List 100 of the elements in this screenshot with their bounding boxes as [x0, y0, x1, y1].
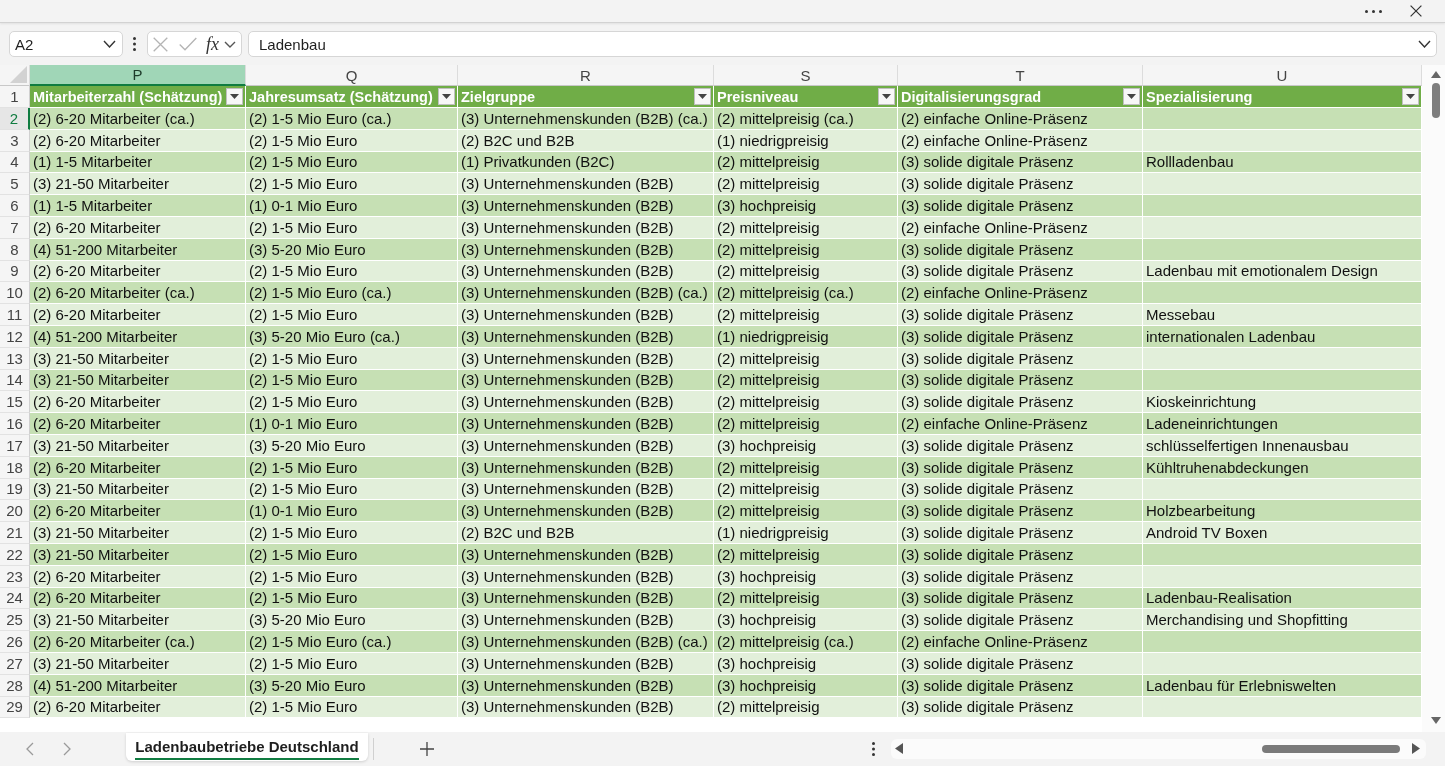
table-cell: (2) 6-20 Mitarbeiter — [30, 304, 246, 326]
table-cell: Ladeneinrichtungen — [1143, 413, 1422, 435]
horizontal-scrollbar[interactable] — [891, 738, 1426, 759]
row-header[interactable]: 19 — [0, 478, 30, 501]
table-cell: (2) 6-20 Mitarbeiter — [30, 456, 246, 479]
row-header[interactable]: 28 — [0, 674, 30, 697]
table-cell: (2) 1-5 Mio Euro — [246, 369, 458, 392]
row-header[interactable]: 1 — [0, 86, 30, 108]
table-cell: (2) 1-5 Mio Euro — [246, 260, 458, 283]
table-cell: (2) einfache Online-Präsenz — [898, 108, 1143, 130]
row-header[interactable]: 26 — [0, 631, 30, 653]
row-header[interactable]: 13 — [0, 347, 30, 370]
column-header[interactable]: U — [1143, 65, 1422, 86]
row-header[interactable]: 15 — [0, 391, 30, 414]
filter-button[interactable] — [226, 88, 243, 105]
table-cell: (2) 1-5 Mio Euro — [246, 652, 458, 675]
row-header[interactable]: 8 — [0, 238, 30, 261]
row-header[interactable]: 3 — [0, 129, 30, 152]
filter-button[interactable] — [1123, 88, 1140, 105]
table-cell: (2) mittelpreisig — [714, 173, 898, 196]
scroll-right-icon[interactable] — [1412, 743, 1420, 754]
table-cell: schlüsselfertigen Innenausbau — [1143, 434, 1422, 457]
table-cell: (3) solide digitale Präsenz — [898, 696, 1143, 719]
scroll-up-icon[interactable] — [1430, 71, 1441, 78]
table-cell: (3) Unternehmenskunden (B2B) — [458, 609, 714, 632]
row-header[interactable]: 4 — [0, 151, 30, 174]
chevron-down-icon[interactable] — [224, 40, 236, 48]
row-header[interactable]: 22 — [0, 543, 30, 566]
table-cell: (3) solide digitale Präsenz — [898, 195, 1143, 217]
row-header[interactable]: 24 — [0, 587, 30, 610]
table-cell: (3) solide digitale Präsenz — [898, 151, 1143, 174]
row-header[interactable]: 20 — [0, 500, 30, 523]
row-header[interactable]: 9 — [0, 260, 30, 283]
table-cell: (3) Unternehmenskunden (B2B) (ca.) — [458, 282, 714, 305]
table-cell: (2) mittelpreisig — [714, 456, 898, 479]
table-cell: (3) Unternehmenskunden (B2B) — [458, 674, 714, 697]
close-icon[interactable] — [1410, 5, 1422, 17]
table-cell: (2) einfache Online-Präsenz — [898, 631, 1143, 653]
caret-icon — [230, 94, 239, 99]
scroll-left-icon[interactable] — [895, 743, 903, 754]
chevron-down-icon[interactable] — [103, 40, 116, 48]
chevron-down-icon[interactable] — [1418, 40, 1431, 48]
name-box[interactable]: A2 — [9, 31, 123, 57]
filter-button[interactable] — [694, 88, 711, 105]
table-cell: (3) solide digitale Präsenz — [898, 173, 1143, 196]
row-header[interactable]: 2 — [0, 108, 30, 130]
table-cell: (3) solide digitale Präsenz — [898, 522, 1143, 544]
row-header[interactable]: 17 — [0, 434, 30, 457]
row-header[interactable]: 21 — [0, 522, 30, 544]
table-cell: (2) mittelpreisig — [714, 413, 898, 435]
table-cell: Ladenbau mit emotionalem Design — [1143, 260, 1422, 283]
row-header[interactable]: 12 — [0, 325, 30, 348]
filter-button[interactable] — [878, 88, 895, 105]
table-cell: (3) solide digitale Präsenz — [898, 260, 1143, 283]
formula-field[interactable]: Ladenbau — [248, 31, 1437, 57]
row-header[interactable]: 14 — [0, 369, 30, 392]
column-header[interactable]: P — [30, 65, 246, 86]
table-cell: (2) 1-5 Mio Euro — [246, 522, 458, 544]
filter-button[interactable] — [438, 88, 455, 105]
row-header[interactable]: 25 — [0, 609, 30, 632]
caret-icon — [442, 94, 451, 99]
table-cell: (1) 0-1 Mio Euro — [246, 413, 458, 435]
table-cell: (1) niedrigpreisig — [714, 522, 898, 544]
scroll-down-icon[interactable] — [1430, 717, 1441, 724]
plus-icon[interactable] — [420, 741, 434, 756]
chevron-left-icon[interactable] — [26, 741, 34, 756]
filter-button[interactable] — [1402, 88, 1419, 105]
row-header[interactable]: 5 — [0, 173, 30, 196]
column-header[interactable]: R — [458, 65, 714, 86]
table-cell: (3) Unternehmenskunden (B2B) — [458, 217, 714, 239]
column-header[interactable]: Q — [246, 65, 458, 86]
row-header[interactable]: 6 — [0, 195, 30, 217]
row-header[interactable]: 29 — [0, 696, 30, 719]
insert-function-button[interactable]: fx — [206, 34, 219, 54]
table-cell: (3) solide digitale Präsenz — [898, 391, 1143, 414]
more-icon[interactable] — [872, 741, 875, 756]
row-header[interactable]: 18 — [0, 456, 30, 479]
row-header[interactable]: 7 — [0, 217, 30, 239]
scrollbar-thumb[interactable] — [1431, 83, 1440, 118]
table-cell: (3) solide digitale Präsenz — [898, 347, 1143, 370]
row-header[interactable]: 23 — [0, 565, 30, 588]
table-cell: (1) Privatkunden (B2C) — [458, 151, 714, 174]
row-header[interactable]: 11 — [0, 304, 30, 326]
table-cell: (2) einfache Online-Präsenz — [898, 129, 1143, 152]
scrollbar-thumb[interactable] — [1262, 744, 1400, 753]
row-header[interactable]: 16 — [0, 413, 30, 435]
more-icon[interactable] — [133, 37, 136, 51]
table-cell: (2) mittelpreisig — [714, 587, 898, 610]
column-header[interactable]: S — [714, 65, 898, 86]
caret-icon — [698, 94, 707, 99]
sheet-tab[interactable]: Ladenbaubetriebe Deutschland — [126, 733, 368, 761]
chevron-right-icon[interactable] — [63, 741, 71, 756]
table-cell: (2) 6-20 Mitarbeiter (ca.) — [30, 282, 246, 305]
column-header[interactable]: T — [898, 65, 1143, 86]
table-cell: (2) 6-20 Mitarbeiter — [30, 413, 246, 435]
table-cell: (3) 5-20 Mio Euro (ca.) — [246, 325, 458, 348]
row-header[interactable]: 27 — [0, 652, 30, 675]
table-cell: (2) mittelpreisig — [714, 347, 898, 370]
more-icon[interactable] — [1365, 9, 1382, 13]
row-header[interactable]: 10 — [0, 282, 30, 305]
